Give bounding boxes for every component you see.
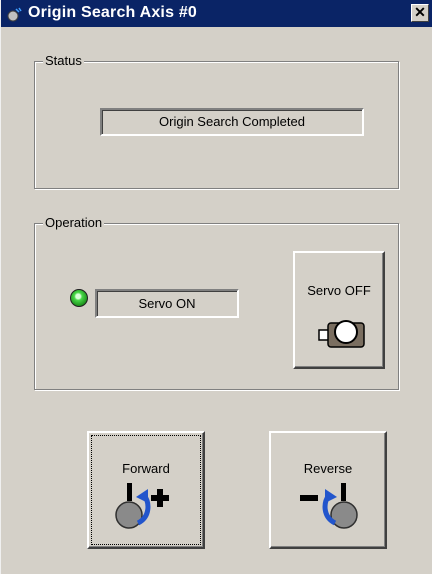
status-display: Origin Search Completed xyxy=(100,108,364,136)
operation-group: Operation Servo ON Servo OFF xyxy=(34,215,399,390)
reverse-button[interactable]: Reverse xyxy=(269,431,387,549)
forward-button[interactable]: Forward xyxy=(87,431,205,549)
green-led-icon xyxy=(70,289,88,307)
servo-off-button[interactable]: Servo OFF xyxy=(293,251,385,369)
reverse-label: Reverse xyxy=(303,461,353,476)
motor-icon xyxy=(317,315,367,356)
close-button[interactable]: ✕ xyxy=(411,4,429,22)
rotate-reverse-icon xyxy=(297,481,361,536)
status-group-label: Status xyxy=(43,53,84,69)
close-icon: ✕ xyxy=(414,4,426,20)
title-bar[interactable]: Origin Search Axis #0 ✕ xyxy=(1,0,432,27)
window-title: Origin Search Axis #0 xyxy=(28,4,198,21)
rotate-forward-icon xyxy=(114,481,178,536)
servo-off-label: Servo OFF xyxy=(307,283,371,298)
servo-state-display: Servo ON xyxy=(95,289,239,318)
origin-search-window: Origin Search Axis #0 ✕ Status Origin Se… xyxy=(0,0,432,574)
operation-group-label: Operation xyxy=(43,215,105,231)
forward-label: Forward xyxy=(122,461,170,476)
status-group: Status Origin Search Completed xyxy=(34,53,399,189)
app-icon xyxy=(7,6,23,22)
